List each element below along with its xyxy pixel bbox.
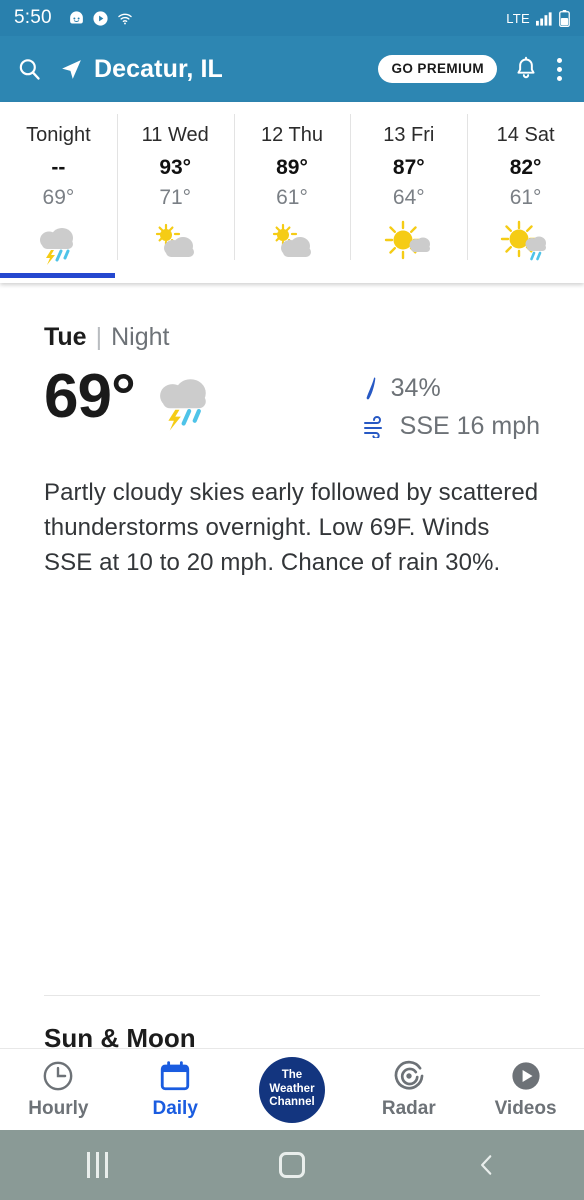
forecast-low: 61°	[276, 186, 308, 209]
sun-cloud-rain-icon	[500, 220, 552, 266]
forecast-high: 93°	[159, 156, 192, 179]
location-name: Decatur, IL	[94, 54, 223, 83]
forecast-low: 64°	[392, 186, 425, 209]
bottom-navigation: Hourly Daily The Weather Channel Radar V…	[0, 1048, 584, 1130]
forecast-strip: Tonight -- 69° 11 Wed 93° 71° 12 Thu 89°…	[0, 102, 584, 283]
location-arrow-icon	[62, 59, 81, 79]
wind-icon	[363, 415, 382, 438]
detail-summary-row: 69° 34% SSE 16 mph	[44, 366, 540, 450]
detail-separator: |	[95, 323, 103, 351]
wind-stat: SSE 16 mph	[363, 412, 540, 441]
wifi-icon	[118, 13, 132, 24]
detail-panel: Tue | Night 69° 34% SSE 16 mph Partly cl…	[0, 283, 584, 580]
status-time: 5:50	[14, 7, 52, 28]
back-button[interactable]	[389, 1152, 584, 1178]
thunderstorm-icon	[32, 220, 84, 266]
detail-temperature: 69°	[44, 362, 136, 431]
logo-line-3: Channel	[269, 1096, 315, 1109]
go-premium-button[interactable]: GO PREMIUM	[378, 55, 497, 83]
nav-label: Hourly	[28, 1098, 89, 1119]
bell-icon[interactable]	[513, 56, 539, 82]
nav-label: Videos	[494, 1098, 557, 1119]
raindrop-icon	[366, 376, 375, 399]
signal-icon	[536, 11, 552, 26]
detail-description: Partly cloudy skies early followed by sc…	[44, 479, 539, 576]
play-icon	[93, 10, 108, 26]
forecast-high: 82°	[509, 156, 542, 179]
app-bar: Decatur, IL GO PREMIUM	[0, 36, 584, 102]
nav-item-hourly[interactable]: Hourly	[0, 1059, 117, 1120]
nav-item-daily[interactable]: Daily	[117, 1059, 234, 1120]
forecast-card-fri[interactable]: 13 Fri 87° 64°	[350, 102, 467, 278]
clock-icon	[44, 1061, 73, 1091]
sun-behind-cloud-icon	[266, 220, 318, 266]
forecast-day: 11 Wed	[141, 124, 209, 146]
overflow-menu-icon[interactable]	[555, 57, 568, 81]
forecast-day: 12 Thu	[261, 124, 323, 146]
forecast-low: 69°	[42, 186, 75, 209]
nav-item-videos[interactable]: Videos	[467, 1059, 584, 1120]
strip-base	[0, 278, 584, 283]
forecast-low: 71°	[159, 186, 192, 209]
sun-and-moon-heading: Sun & Moon	[44, 1023, 196, 1048]
detail-day: Tue	[44, 323, 87, 351]
precipitation-value: 34%	[390, 374, 441, 402]
status-bar-right: LTE	[506, 9, 570, 27]
forecast-high: --	[51, 156, 66, 179]
detail-stats: 34% SSE 16 mph	[363, 366, 540, 450]
messaging-icon	[69, 10, 83, 23]
phone-screen: 5:50 LTE Decatur, IL GO PREMIUM Tonight	[0, 0, 584, 1200]
forecast-day: Tonight	[26, 124, 91, 146]
nav-item-radar[interactable]: Radar	[350, 1059, 467, 1120]
calendar-icon	[161, 1061, 190, 1091]
wind-value: SSE 16 mph	[399, 412, 540, 440]
android-system-nav	[0, 1130, 584, 1200]
forecast-high: 87°	[392, 156, 425, 179]
logo-line-2: Weather	[269, 1082, 315, 1095]
nav-label: Radar	[381, 1098, 436, 1119]
forecast-card-thu[interactable]: 12 Thu 89° 61°	[233, 102, 351, 278]
radar-icon	[394, 1060, 424, 1090]
forecast-day: 14 Sat	[496, 124, 555, 146]
network-type: LTE	[506, 10, 530, 26]
status-bar: 5:50 LTE	[0, 0, 584, 36]
search-icon[interactable]	[16, 56, 43, 83]
main-content: Tue | Night 69° 34% SSE 16 mph Partly cl…	[0, 283, 584, 1048]
section-divider	[44, 995, 540, 996]
back-chevron-icon	[480, 1155, 492, 1175]
nav-item-weather-channel[interactable]: The Weather Channel	[234, 1056, 351, 1123]
forecast-card-wed[interactable]: 11 Wed 93° 71°	[116, 102, 234, 278]
detail-header: Tue | Night	[44, 323, 540, 352]
sun-behind-cloud-icon	[149, 220, 201, 266]
logo-line-1: The	[281, 1069, 303, 1082]
precipitation-stat: 34%	[363, 374, 540, 403]
detail-day-part: Night	[111, 323, 170, 351]
thunderstorm-icon	[149, 368, 221, 437]
battery-icon	[559, 9, 570, 27]
active-tab-indicator	[0, 273, 115, 278]
forecast-card-sat[interactable]: 14 Sat 82° 61°	[467, 102, 584, 278]
weather-channel-logo: The Weather Channel	[258, 1056, 325, 1123]
sun-small-cloud-icon	[383, 220, 435, 266]
home-button[interactable]	[195, 1152, 390, 1178]
forecast-day: 13 Fri	[383, 124, 435, 146]
forecast-low: 61°	[509, 186, 542, 209]
status-bar-left: 5:50	[14, 7, 134, 29]
nav-label: Daily	[152, 1098, 198, 1119]
recents-button[interactable]	[0, 1152, 195, 1178]
video-play-icon	[511, 1062, 540, 1090]
forecast-high: 89°	[276, 156, 308, 179]
location-button[interactable]: Decatur, IL	[59, 55, 223, 84]
forecast-card-tonight[interactable]: Tonight -- 69°	[0, 102, 117, 278]
app-bar-actions: GO PREMIUM	[378, 55, 568, 83]
forecast-cards: Tonight -- 69° 11 Wed 93° 71° 12 Thu 89°…	[0, 102, 584, 278]
